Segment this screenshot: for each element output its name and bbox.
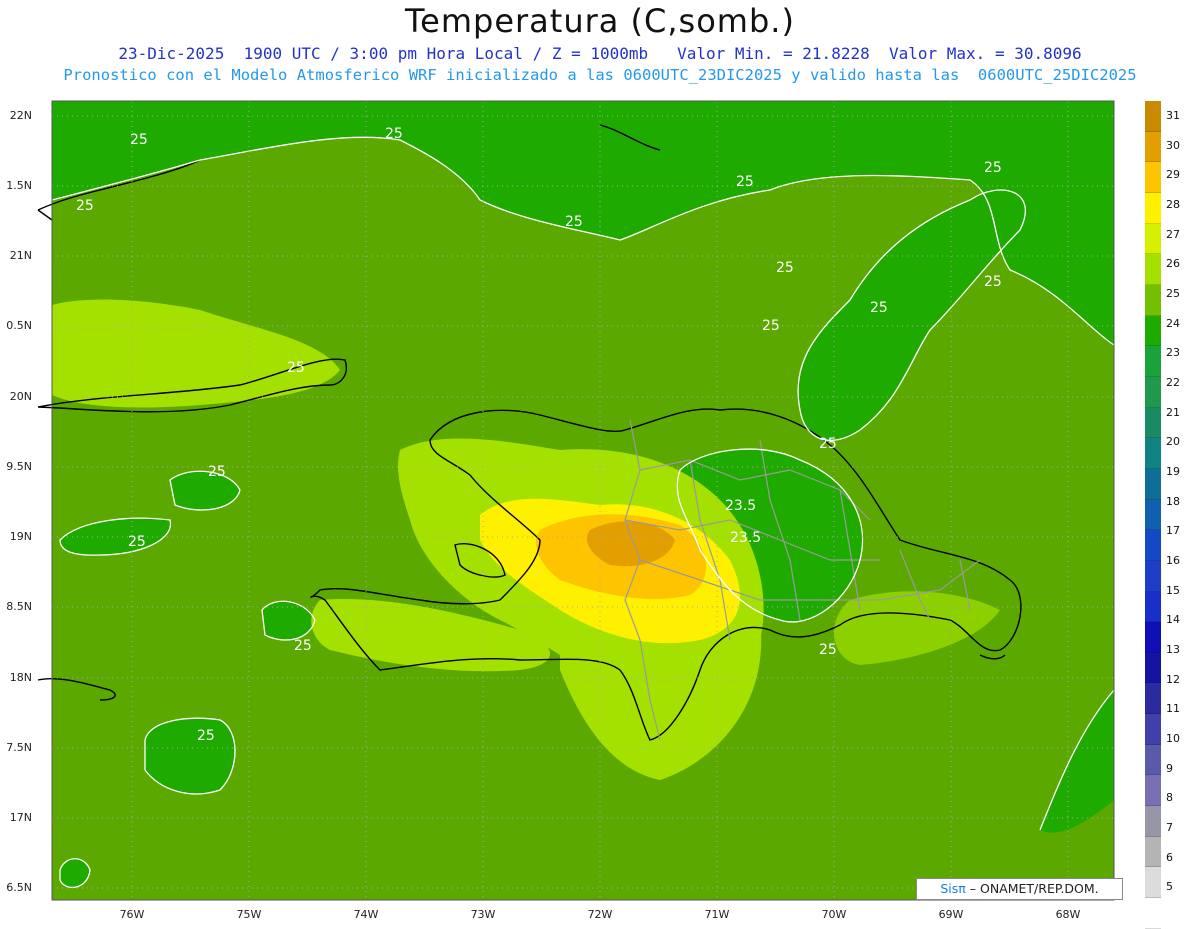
contour-label: 25	[128, 534, 146, 550]
colorbar-label: 15	[1166, 583, 1180, 597]
colorbar-label: 19	[1166, 464, 1180, 478]
colorbar-label: 22	[1166, 375, 1180, 389]
colorbar-swatch	[1145, 468, 1161, 500]
lat-tick: 19N	[9, 530, 32, 543]
contour-label: 25	[762, 318, 780, 334]
colorbar-label: 26	[1166, 257, 1180, 271]
colorbar-swatch	[1145, 744, 1161, 776]
colorbar-swatch	[1145, 315, 1161, 347]
colorbar-swatch	[1145, 192, 1161, 224]
credit-brand: Sisπ	[940, 881, 966, 896]
contour-label: 25	[294, 638, 312, 654]
lat-tick: 18N	[9, 671, 32, 684]
colorbar-swatch	[1145, 898, 1161, 929]
colorbar-label: 18	[1166, 494, 1180, 508]
colorbar-label: 6	[1166, 850, 1173, 864]
colorbar-swatch	[1145, 284, 1161, 316]
lon-tick: 72W	[587, 908, 613, 921]
colorbar-label: 24	[1166, 316, 1180, 330]
colorbar-swatch	[1145, 683, 1161, 715]
lat-tick: 22N	[9, 109, 32, 122]
contour-label: 25	[984, 274, 1002, 290]
contour-label: 25	[819, 642, 837, 658]
contour-label: 25	[819, 436, 837, 452]
colorbar-swatch	[1145, 867, 1161, 899]
contour-label: 25	[736, 174, 754, 190]
lat-tick: 21N	[9, 249, 32, 262]
colorbar-swatch	[1145, 162, 1161, 193]
contour-label: 25	[208, 464, 226, 480]
lon-tick: 74W	[353, 908, 379, 921]
colorbar-swatch	[1145, 530, 1161, 561]
colorbar-swatch	[1145, 652, 1161, 684]
contour-label: 25	[984, 160, 1002, 176]
contour-label: 25	[197, 728, 215, 744]
contour-label: 25	[870, 300, 888, 316]
colorbar-swatch	[1145, 622, 1161, 653]
colorbar-swatch	[1145, 499, 1161, 531]
lat-tick: 20N	[9, 390, 32, 403]
colorbar-swatch	[1145, 438, 1161, 469]
colorbar-label: 29	[1166, 168, 1180, 182]
colorbar-label: 20	[1166, 435, 1180, 449]
contour-label: 23.5	[730, 530, 761, 546]
lon-tick: 76W	[119, 908, 145, 921]
colorbar-label: 23	[1166, 346, 1180, 360]
credit-text: – ONAMET/REP.DOM.	[965, 881, 1099, 896]
colorbar-label: 13	[1166, 642, 1180, 656]
colorbar-label: 16	[1166, 553, 1180, 567]
lat-tick: 9.5N	[6, 460, 32, 473]
colorbar-swatch	[1145, 714, 1161, 745]
lat-tick: 0.5N	[6, 319, 32, 332]
colorbar-label: 31	[1166, 108, 1180, 122]
contour-label: 23.5	[725, 498, 756, 514]
colorbar-swatch	[1145, 376, 1161, 408]
colorbar-swatch	[1145, 101, 1161, 132]
temperature-map: 25 25 25 25 25 25 25 25 25 25 25 25 25 2…	[37, 100, 1115, 901]
colorbar-swatch	[1145, 254, 1161, 285]
colorbar-label: 12	[1166, 672, 1180, 686]
contour-label: 25	[385, 126, 403, 142]
colorbar-label: 14	[1166, 613, 1180, 627]
contour-label: 25	[287, 360, 305, 376]
lon-tick: 69W	[938, 908, 964, 921]
colorbar-swatch	[1145, 346, 1161, 377]
colorbar-swatch	[1145, 836, 1161, 868]
colorbar-swatch	[1145, 806, 1161, 837]
contour-label: 25	[565, 214, 583, 230]
lon-tick: 71W	[704, 908, 730, 921]
colorbar-label: 9	[1166, 761, 1173, 775]
colorbar-label: 30	[1166, 138, 1180, 152]
lon-tick: 73W	[470, 908, 496, 921]
colorbar-swatch	[1145, 560, 1161, 592]
colorbar-swatch	[1145, 407, 1161, 439]
lon-tick: 75W	[236, 908, 262, 921]
colorbar-swatch	[1145, 223, 1161, 255]
colorbar-label: 11	[1166, 702, 1180, 716]
lat-tick: 8.5N	[6, 600, 32, 613]
colorbar-swatch	[1145, 131, 1161, 163]
colorbar-label: 28	[1166, 197, 1180, 211]
lon-tick: 68W	[1055, 908, 1081, 921]
colorbar-label: 7	[1166, 820, 1173, 834]
contour-label: 25	[130, 132, 148, 148]
colorbar	[1145, 101, 1161, 929]
lon-tick: 70W	[821, 908, 847, 921]
colorbar-label: 17	[1166, 524, 1180, 538]
colorbar-swatch	[1145, 591, 1161, 623]
colorbar-label: 5	[1166, 880, 1173, 894]
colorbar-label: 25	[1166, 286, 1180, 300]
credit-box: Sisπ – ONAMET/REP.DOM.	[916, 878, 1123, 900]
colorbar-label: 10	[1166, 731, 1180, 745]
lat-tick: 7.5N	[6, 741, 32, 754]
lat-tick: 6.5N	[6, 881, 32, 894]
contour-label: 25	[76, 198, 94, 214]
colorbar-label: 27	[1166, 227, 1180, 241]
lat-tick: 1.5N	[6, 179, 32, 192]
lat-tick: 17N	[9, 811, 32, 824]
colorbar-label: 21	[1166, 405, 1180, 419]
contour-label: 25	[776, 260, 794, 276]
colorbar-swatch	[1145, 775, 1161, 807]
colorbar-label: 8	[1166, 791, 1173, 805]
